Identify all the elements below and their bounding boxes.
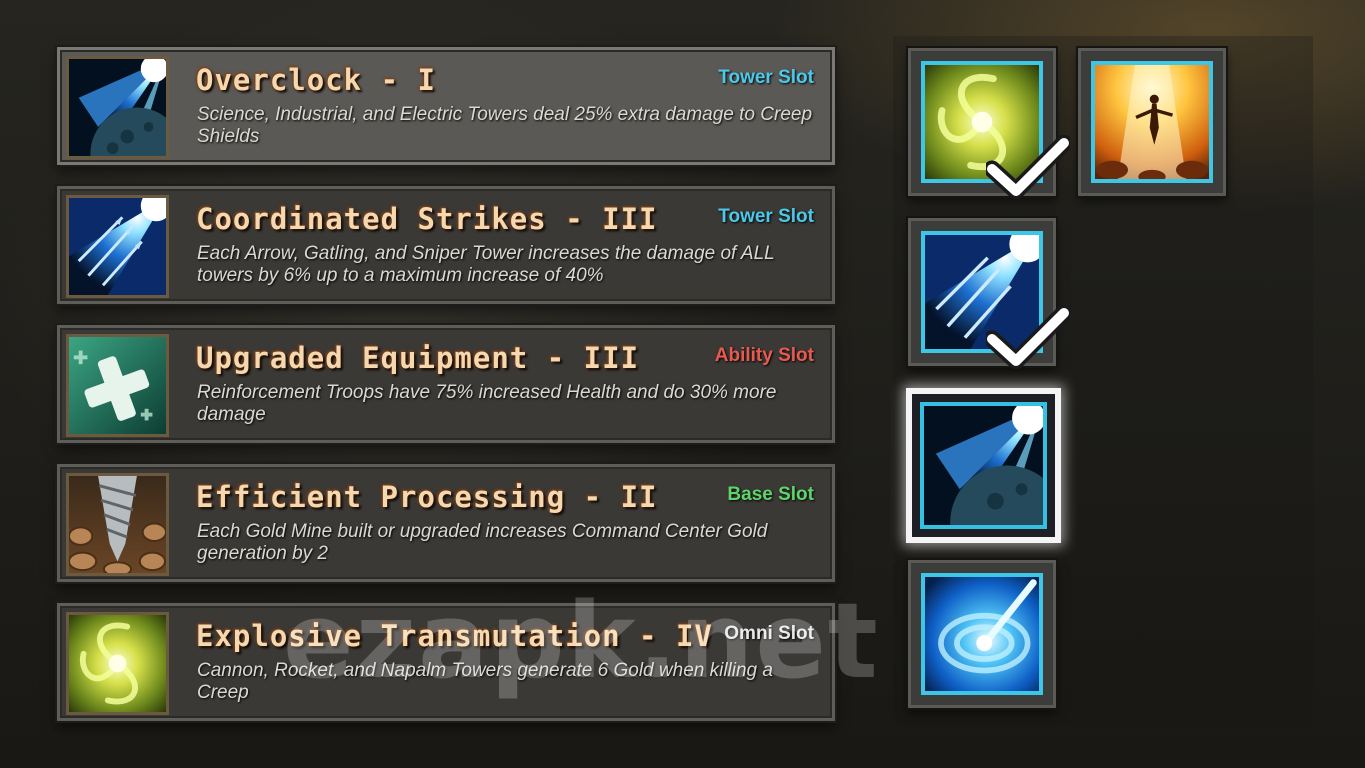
upgrade-description: Reinforcement Troops have 75% increased …	[197, 382, 777, 425]
drill-icon	[66, 473, 169, 576]
planet-blast-icon	[920, 402, 1047, 529]
slot-type-label: Ability Slot	[714, 345, 814, 366]
slot-type-label: Base Slot	[727, 484, 814, 505]
watermark-text: ezapk.net	[283, 580, 880, 702]
light-beam-icon	[1091, 61, 1213, 183]
upgrade-card-overclock[interactable]: Overclock - I Tower Slot Science, Indust…	[57, 47, 835, 165]
upgrade-title: Upgraded Equipment - III	[196, 341, 640, 375]
equipped-slot-5[interactable]	[908, 560, 1056, 708]
upgrade-title: Coordinated Strikes - III	[196, 202, 658, 236]
equipped-slot-2[interactable]	[1078, 48, 1226, 196]
upgrade-title: Overclock - I	[196, 63, 436, 97]
upgrade-description: Each Arrow, Gatling, and Sniper Tower in…	[197, 243, 775, 286]
slot-type-label: Tower Slot	[718, 67, 814, 88]
upgrade-card-efficient-processing[interactable]: Efficient Processing - II Base Slot Each…	[57, 464, 835, 582]
upgrade-card-coordinated-strikes[interactable]: Coordinated Strikes - III Tower Slot Eac…	[57, 186, 835, 304]
checkmark-icon	[986, 135, 1070, 199]
medical-cross-icon	[66, 334, 169, 437]
slot-type-label: Tower Slot	[718, 206, 814, 227]
planet-blast-icon	[66, 56, 169, 159]
arrow-volley-icon	[66, 195, 169, 298]
upgrade-description: Each Gold Mine built or upgraded increas…	[197, 521, 768, 564]
checkmark-icon	[986, 305, 1070, 369]
yellow-swirl-icon	[66, 612, 169, 715]
upgrade-title: Efficient Processing - II	[196, 480, 658, 514]
equipped-slot-4-active[interactable]	[906, 388, 1061, 543]
upgrade-card-upgraded-equipment[interactable]: Upgraded Equipment - III Ability Slot Re…	[57, 325, 835, 443]
blue-vortex-icon	[921, 573, 1043, 695]
upgrade-description: Science, Industrial, and Electric Towers…	[197, 104, 813, 147]
